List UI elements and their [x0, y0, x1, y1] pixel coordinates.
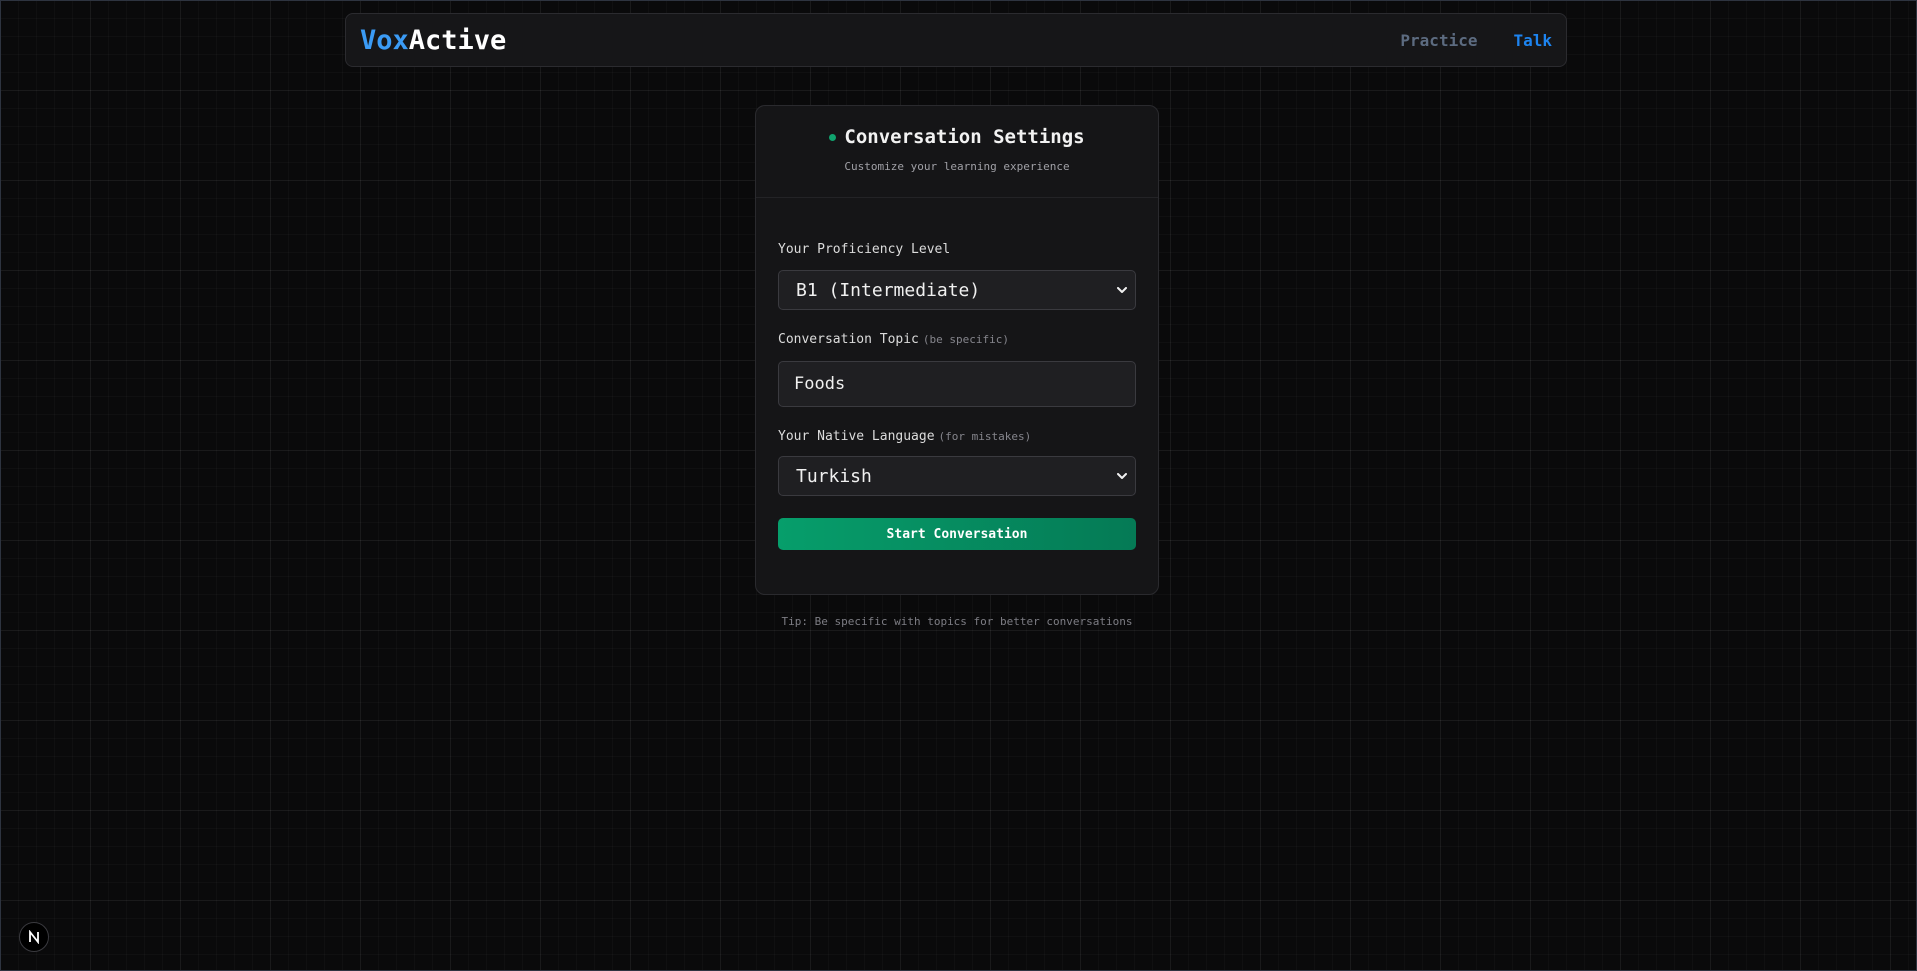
proficiency-select[interactable]: B1 (Intermediate) — [778, 270, 1136, 310]
nextjs-logo-icon[interactable] — [19, 922, 49, 952]
card-subtitle: Customize your learning experience — [844, 160, 1070, 173]
conversation-settings-card: Conversation Settings Customize your lea… — [755, 105, 1159, 595]
native-language-select[interactable]: Turkish — [778, 456, 1136, 496]
proficiency-label: Your Proficiency Level — [778, 242, 950, 257]
nav-link-practice[interactable]: Practice — [1400, 31, 1477, 50]
topic-label-text: Conversation Topic — [778, 332, 919, 347]
card-header: Conversation Settings Customize your lea… — [756, 106, 1158, 198]
app-logo[interactable]: Vox Active — [360, 25, 506, 56]
proficiency-label-text: Your Proficiency Level — [778, 242, 951, 257]
native-language-hint: (for mistakes) — [938, 430, 1032, 443]
native-language-label-text: Your Native Language — [778, 429, 935, 444]
top-nav-bar: Vox Active Practice Talk — [345, 13, 1567, 67]
card-title: Conversation Settings — [844, 126, 1085, 148]
status-dot-icon — [829, 133, 837, 141]
native-language-label: Your Native Language (for mistakes) — [778, 429, 1031, 444]
topic-input[interactable] — [778, 361, 1136, 407]
chevron-down-icon — [1115, 283, 1129, 297]
native-language-select-value: Turkish — [796, 465, 872, 487]
topic-hint: (be specific) — [922, 333, 1009, 346]
main-nav: Practice Talk — [1400, 31, 1552, 50]
proficiency-select-value: B1 (Intermediate) — [796, 279, 981, 301]
logo-vox: Vox — [360, 24, 409, 56]
topic-label: Conversation Topic (be specific) — [778, 332, 1009, 347]
start-conversation-button[interactable]: Start Conversation — [778, 518, 1136, 550]
nav-link-talk[interactable]: Talk — [1513, 31, 1552, 50]
chevron-down-icon — [1115, 469, 1129, 483]
tip-text: Tip: Be specific with topics for better … — [781, 615, 1133, 628]
card-title-row: Conversation Settings — [756, 126, 1158, 148]
logo-active: Active — [408, 24, 507, 56]
